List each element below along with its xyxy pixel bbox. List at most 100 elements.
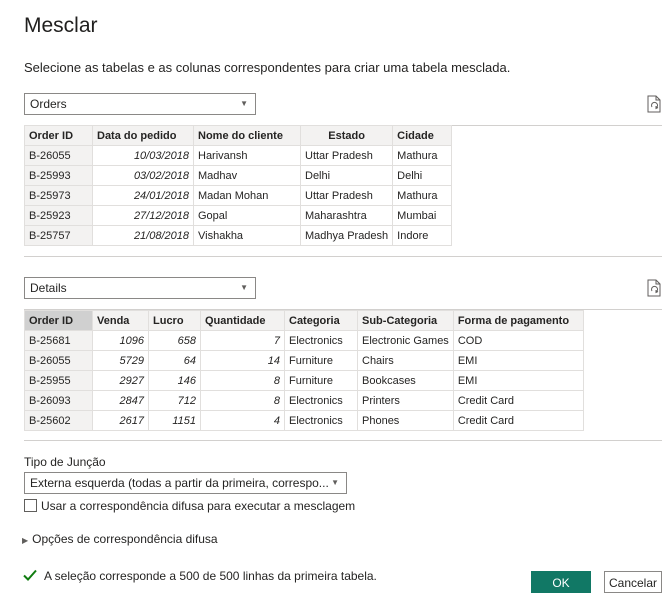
table-cell: Electronics (284, 330, 358, 351)
table-cell: Credit Card (452, 390, 584, 411)
table-cell: B-26055 (24, 350, 93, 371)
table-row: B-26093 2847 712 8 Electronics Printers … (24, 390, 584, 411)
table-cell: B-25923 (24, 205, 93, 226)
join-type-select[interactable]: Externa esquerda (todas a partir da prim… (24, 472, 347, 494)
table-cell: 21/08/2018 (92, 225, 194, 246)
table-cell: 2617 (92, 410, 149, 431)
table-row: B-25923 27/12/2018 Gopal Maharashtra Mum… (24, 205, 453, 226)
column-header[interactable]: Quantidade (200, 310, 285, 331)
column-header[interactable]: Sub-Categoria (357, 310, 454, 331)
fuzzy-options-expander[interactable]: ▶ Opções de correspondência difusa (22, 532, 218, 546)
chevron-down-icon: ▼ (240, 99, 248, 108)
column-header[interactable]: Forma de pagamento (452, 310, 584, 331)
table-cell: B-25681 (24, 330, 93, 351)
refresh-preview-icon[interactable] (647, 95, 662, 113)
table-row: B-25973 24/01/2018 Madan Mohan Uttar Pra… (24, 185, 453, 206)
table-cell: B-25757 (24, 225, 93, 246)
table-cell: Mathura (392, 145, 453, 166)
table-cell: Furniture (284, 370, 358, 391)
table-cell: 14 (200, 350, 285, 371)
table-cell: Maharashtra (299, 205, 394, 226)
table-cell: 5729 (92, 350, 149, 371)
table-cell: Electronic Games (357, 330, 454, 351)
table-cell: 8 (200, 390, 285, 411)
table-row: B-25955 2927 146 8 Furniture Bookcases E… (24, 370, 584, 391)
table-cell: 146 (148, 370, 201, 391)
join-type-label: Tipo de Junção (24, 455, 106, 469)
table-cell: Mumbai (392, 205, 453, 226)
fuzzy-match-checkbox[interactable] (24, 499, 37, 512)
divider (24, 256, 662, 257)
table-cell: EMI (452, 350, 584, 371)
column-header-selected[interactable]: Order ID (24, 310, 93, 331)
ok-button[interactable]: OK (531, 571, 591, 593)
fuzzy-options-label: Opções de correspondência difusa (32, 532, 218, 546)
table-cell: 712 (148, 390, 201, 411)
join-type-select-value: Externa esquerda (todas a partir da prim… (30, 476, 329, 490)
table-cell: Delhi (392, 165, 453, 186)
column-header[interactable]: Cidade (392, 125, 453, 146)
table-row: B-25681 1096 658 7 Electronics Electroni… (24, 330, 584, 351)
table-cell: Uttar Pradesh (299, 185, 394, 206)
cancel-button[interactable]: Cancelar (604, 571, 662, 593)
table-cell: B-25993 (24, 165, 93, 186)
table-cell: 7 (200, 330, 285, 351)
table-row: B-25602 2617 1151 4 Electronics Phones C… (24, 410, 584, 431)
column-header[interactable]: Lucro (148, 310, 201, 331)
table-cell: 1096 (92, 330, 149, 351)
table-cell: Furniture (284, 350, 358, 371)
table-cell: EMI (452, 370, 584, 391)
column-header[interactable]: Data do pedido (92, 125, 194, 146)
chevron-down-icon: ▼ (331, 478, 339, 487)
table-cell: COD (452, 330, 584, 351)
table-cell: 27/12/2018 (92, 205, 194, 226)
table-cell: Phones (357, 410, 454, 431)
table2-preview: Order ID Venda Lucro Quantidade Categori… (24, 310, 584, 431)
table-cell: Indore (392, 225, 453, 246)
column-header[interactable]: Categoria (284, 310, 358, 331)
table-cell: Madhav (193, 165, 301, 186)
table-cell: 4 (200, 410, 285, 431)
column-header[interactable]: Order ID (24, 125, 93, 146)
column-header[interactable]: Estado (299, 125, 394, 146)
table-cell: Chairs (357, 350, 454, 371)
table-cell: B-25955 (24, 370, 93, 391)
dialog-subtitle: Selecione as tabelas e as colunas corres… (24, 60, 511, 75)
table1-select[interactable]: Orders ▼ (24, 93, 256, 115)
table-cell: Bookcases (357, 370, 454, 391)
table-cell: B-25973 (24, 185, 93, 206)
dialog-title: Mesclar (24, 14, 98, 37)
table2-select[interactable]: Details ▼ (24, 277, 256, 299)
table-cell: 03/02/2018 (92, 165, 194, 186)
table-cell: Uttar Pradesh (299, 145, 394, 166)
table-cell: 658 (148, 330, 201, 351)
table-row: B-25993 03/02/2018 Madhav Delhi Delhi (24, 165, 453, 186)
table1-preview: Order ID Data do pedido Nome do cliente … (24, 125, 453, 246)
divider (24, 440, 662, 441)
chevron-down-icon: ▼ (240, 283, 248, 292)
table-cell: 64 (148, 350, 201, 371)
table-cell: B-26055 (24, 145, 93, 166)
column-header[interactable]: Venda (92, 310, 149, 331)
table-cell: B-25602 (24, 410, 93, 431)
table-row: B-25757 21/08/2018 Vishakha Madhya Prade… (24, 225, 453, 246)
table-cell: 1151 (148, 410, 201, 431)
table-row: B-26055 10/03/2018 Harivansh Uttar Prade… (24, 145, 453, 166)
column-header[interactable]: Nome do cliente (193, 125, 301, 146)
table-cell: Madhya Pradesh (299, 225, 394, 246)
table-cell: Harivansh (193, 145, 301, 166)
table-cell: Mathura (392, 185, 453, 206)
fuzzy-match-checkbox-label[interactable]: Usar a correspondência difusa para execu… (41, 499, 355, 513)
table-cell: Printers (357, 390, 454, 411)
table-row: B-26055 5729 64 14 Furniture Chairs EMI (24, 350, 584, 371)
table2-select-value: Details (30, 281, 67, 295)
table-cell: Credit Card (452, 410, 584, 431)
match-status-text: A seleção corresponde a 500 de 500 linha… (44, 569, 377, 583)
table-cell: Electronics (284, 410, 358, 431)
chevron-right-icon: ▶ (22, 536, 29, 545)
checkmark-icon (23, 569, 37, 581)
table-cell: 2927 (92, 370, 149, 391)
table-cell: 24/01/2018 (92, 185, 194, 206)
refresh-preview-icon[interactable] (647, 279, 662, 297)
table-cell: 8 (200, 370, 285, 391)
